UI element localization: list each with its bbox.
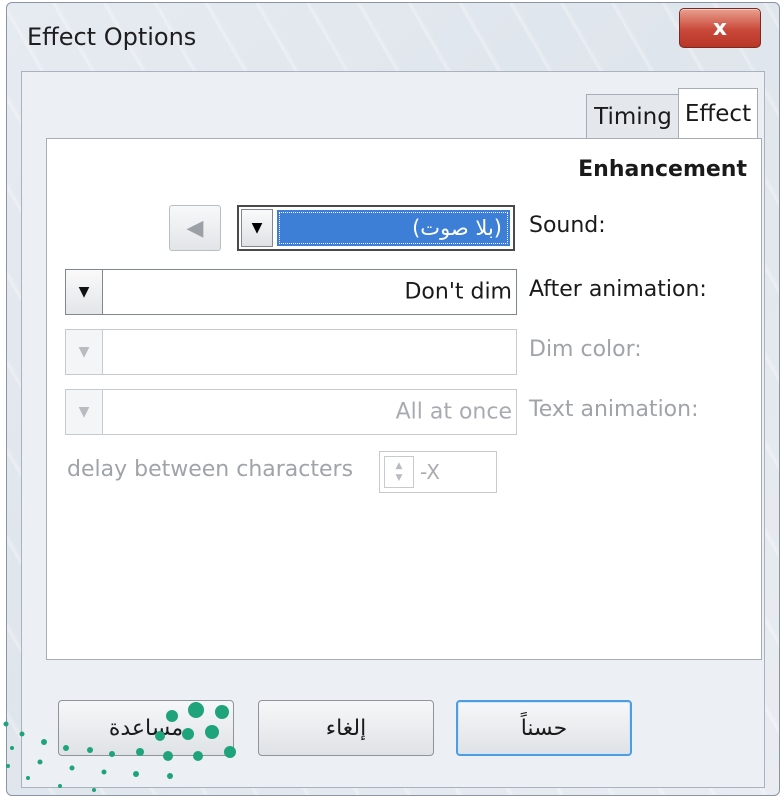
title-bar[interactable]: Effect Options x xyxy=(7,3,779,71)
cancel-button[interactable]: إلغاء xyxy=(258,700,434,756)
tab-effect[interactable]: Effect xyxy=(678,88,758,139)
close-icon: x xyxy=(712,15,728,41)
tab-timing[interactable]: Timing xyxy=(586,94,680,139)
spin-buttons[interactable]: ▲ ▼ xyxy=(384,456,414,488)
chevron-down-icon: ▼ xyxy=(78,284,90,300)
ok-button[interactable]: حسناً xyxy=(456,700,632,756)
dialog-title: Effect Options xyxy=(27,23,197,51)
delay-between-characters-stepper[interactable]: ▲ ▼ -X xyxy=(379,451,497,493)
tab-effect-label: Effect xyxy=(684,101,752,127)
effect-tab-panel: Enhancement ◀ ▼ (بلا صوت) Sound: ▼ Don't… xyxy=(46,138,762,660)
tab-timing-label: Timing xyxy=(594,104,672,130)
chevron-down-icon: ▼ xyxy=(78,344,90,360)
sound-dropdown-button[interactable]: ▼ xyxy=(241,209,273,247)
effect-options-dialog: Effect Options x Timing Effect Enhanceme… xyxy=(6,2,780,796)
text-animation-label: Text animation: xyxy=(529,397,699,422)
chevron-down-icon: ▼ xyxy=(251,220,263,236)
help-button-label: مساعدة xyxy=(108,715,184,741)
dim-color-select[interactable]: ▼ xyxy=(65,329,517,375)
cancel-button-label: إلغاء xyxy=(325,715,367,741)
delay-value: -X xyxy=(420,460,440,484)
text-animation-select[interactable]: ▼ All at once xyxy=(65,389,517,435)
close-button[interactable]: x xyxy=(679,8,761,48)
dim-color-dropdown-button[interactable]: ▼ xyxy=(66,330,103,374)
sound-preview-button[interactable]: ◀ xyxy=(169,205,221,251)
spin-down-icon[interactable]: ▼ xyxy=(396,472,403,484)
text-animation-value: All at once xyxy=(395,399,512,425)
dialog-client-area: Timing Effect Enhancement ◀ ▼ (بلا صوت) … xyxy=(21,71,765,788)
chevron-down-icon: ▼ xyxy=(78,404,90,420)
after-animation-value: Don't dim xyxy=(404,279,512,305)
help-button[interactable]: مساعدة xyxy=(58,700,234,756)
sound-selected-value: (بلا صوت) xyxy=(277,210,510,246)
after-animation-label: After animation: xyxy=(529,277,707,302)
sound-select[interactable]: ▼ (بلا صوت) xyxy=(237,205,515,251)
sound-label: Sound: xyxy=(529,213,606,238)
dim-color-label: Dim color: xyxy=(529,337,642,362)
enhancement-heading: Enhancement xyxy=(578,157,747,182)
play-sound-icon: ◀ xyxy=(186,215,204,241)
spin-up-icon[interactable]: ▲ xyxy=(396,460,403,472)
after-animation-dropdown-button[interactable]: ▼ xyxy=(66,270,103,314)
ok-button-label: حسناً xyxy=(520,715,568,741)
after-animation-select[interactable]: ▼ Don't dim xyxy=(65,269,517,315)
text-animation-dropdown-button[interactable]: ▼ xyxy=(66,390,103,434)
delay-between-characters-label: delay between characters xyxy=(67,457,354,482)
